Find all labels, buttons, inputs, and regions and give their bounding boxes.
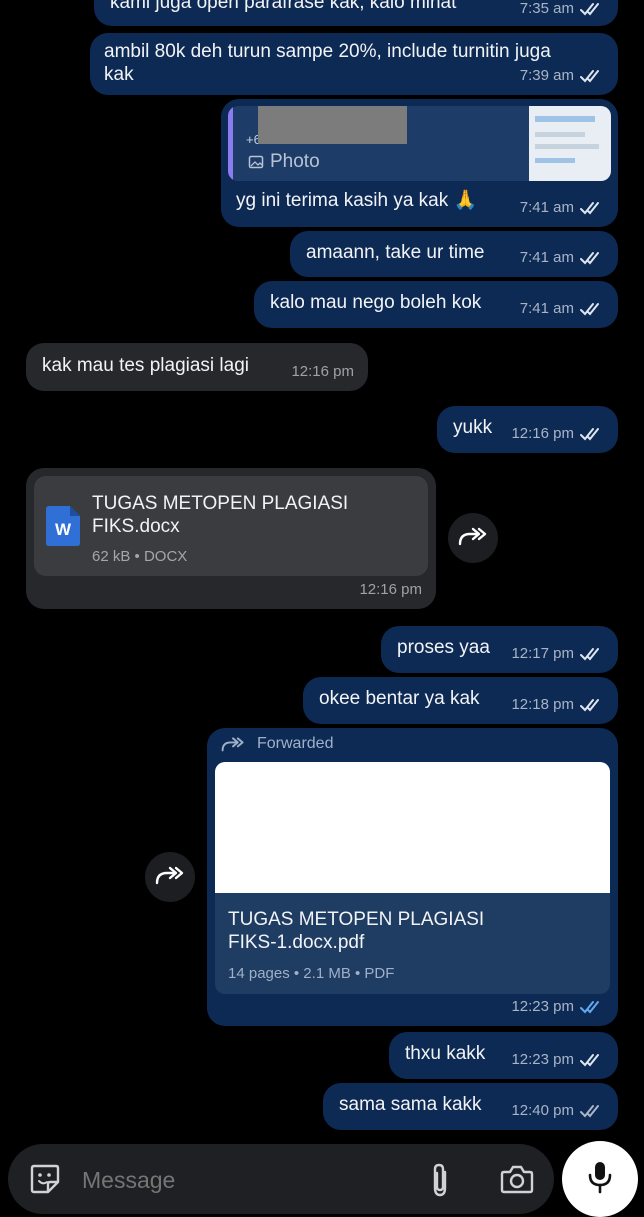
message-time: 12:23 pm: [511, 998, 574, 1015]
forward-icon: [155, 865, 185, 890]
file-name-line: TUGAS METOPEN PLAGIASI: [92, 493, 349, 514]
message-text: okee bentar ya kak: [319, 688, 480, 709]
message-time: 7:41 am: [519, 249, 574, 266]
double-check-icon: [580, 68, 604, 84]
double-check-icon: [580, 1052, 604, 1068]
message-meta: 7:41 am: [520, 246, 604, 269]
message-text: kami juga open parafrase kak, kalo minat: [110, 0, 457, 13]
forward-icon: [221, 735, 245, 758]
message-meta: 7:41 am: [520, 196, 604, 219]
pdf-preview: [215, 762, 610, 893]
microphone-icon: [587, 1160, 613, 1199]
pdf-attachment-card[interactable]: TUGAS METOPEN PLAGIASI FIKS-1.docx.pdf 1…: [215, 762, 610, 994]
message-time: 12:40 pm: [511, 1102, 574, 1119]
message-meta: 12:40 pm: [511, 1099, 604, 1122]
thumb-detail: [535, 132, 585, 137]
forwarded-label: Forwarded: [257, 735, 334, 752]
message-bubble-incoming-file[interactable]: W TUGAS METOPEN PLAGIASI FIKS.docx 62 kB…: [26, 468, 436, 609]
docx-letter: W: [54, 520, 72, 539]
message-meta: 12:18 pm: [511, 693, 604, 716]
message-time: 12:18 pm: [511, 696, 574, 713]
message-time: 7:41 am: [519, 199, 574, 216]
message-time: 12:16 pm: [359, 581, 422, 598]
message-bubble-outgoing-forwarded[interactable]: Forwarded TUGAS METOPEN PLAGIASI FIKS-1.…: [207, 728, 618, 1026]
double-check-icon: [580, 426, 604, 442]
docx-file-icon: W: [46, 506, 80, 552]
file-meta: 14 pages • 2.1 MB • PDF: [228, 965, 395, 982]
double-check-icon: [580, 200, 604, 216]
message-bubble-incoming[interactable]: kak mau tes plagiasi lagi 12:16 pm: [26, 343, 368, 391]
message-time: 12:17 pm: [511, 645, 574, 662]
file-attachment-card[interactable]: W TUGAS METOPEN PLAGIASI FIKS.docx 62 kB…: [34, 476, 428, 576]
message-meta: 7:35 am: [520, 0, 604, 20]
message-bubble-outgoing[interactable]: okee bentar ya kak 12:18 pm: [303, 677, 618, 724]
message-text: proses yaa: [397, 637, 490, 658]
double-check-icon: [580, 250, 604, 266]
message-text: kak mau tes plagiasi lagi: [42, 355, 249, 376]
thumb-detail: [535, 116, 595, 122]
file-name-line: FIKS-1.docx.pdf: [228, 932, 365, 953]
thumb-detail: [535, 158, 575, 163]
message-input-bar: [8, 1144, 554, 1214]
message-meta: 12:16 pm: [511, 422, 604, 445]
message-text: kalo mau nego boleh kok: [270, 292, 482, 313]
message-bubble-outgoing[interactable]: yukk 12:16 pm: [437, 406, 618, 453]
message-text: amaann, take ur time: [306, 242, 485, 263]
message-meta: 12:16 pm: [359, 578, 422, 601]
forward-button[interactable]: [145, 852, 195, 902]
message-bubble-outgoing[interactable]: proses yaa 12:17 pm: [381, 626, 618, 673]
message-time: 7:41 am: [519, 300, 574, 317]
file-name-line: FIKS.docx: [92, 516, 180, 537]
message-meta: 12:17 pm: [511, 642, 604, 665]
reply-label: Photo: [270, 151, 320, 172]
message-bubble-outgoing[interactable]: sama sama kakk 12:40 pm: [323, 1083, 618, 1130]
message-text: sama sama kakk: [339, 1094, 482, 1115]
reply-preview[interactable]: +6 Photo: [228, 106, 611, 181]
message-text-line: ambil 80k deh turun sampe 20%, include t…: [104, 41, 551, 62]
image-icon: [248, 153, 264, 176]
message-input[interactable]: [80, 1160, 404, 1200]
message-text: yg ini terima kasih ya kak 🙏: [236, 190, 478, 211]
file-name-line: TUGAS METOPEN PLAGIASI: [228, 909, 485, 930]
double-check-icon: [580, 1, 604, 17]
redacted-sender-block: [258, 106, 407, 144]
message-bubble-outgoing[interactable]: kalo mau nego boleh kok 7:41 am: [254, 281, 618, 328]
message-meta: 12:16 pm: [291, 360, 354, 383]
message-text: thxu kakk: [405, 1043, 486, 1064]
file-meta: 62 kB • DOCX: [92, 548, 188, 565]
double-check-icon: [580, 646, 604, 662]
message-text: yukk: [453, 417, 493, 438]
double-check-icon: [580, 1103, 604, 1119]
reply-photo-thumbnail: [529, 106, 611, 181]
message-time: 7:39 am: [519, 67, 574, 84]
message-time: 7:35 am: [519, 0, 574, 17]
message-bubble-outgoing[interactable]: thxu kakk 12:23 pm: [389, 1032, 618, 1079]
message-bubble-outgoing[interactable]: kami juga open parafrase kak, kalo minat…: [94, 0, 618, 26]
message-time: 12:16 pm: [291, 363, 354, 380]
message-time: 12:23 pm: [511, 1051, 574, 1068]
message-time: 12:16 pm: [511, 425, 574, 442]
reply-accent-bar: [228, 106, 233, 181]
thumb-detail: [535, 144, 599, 149]
message-meta: 12:23 pm: [511, 1048, 604, 1071]
message-bubble-outgoing[interactable]: ambil 80k deh turun sampe 20%, include t…: [90, 33, 618, 95]
message-meta: 12:23 pm: [511, 995, 604, 1018]
paperclip-icon[interactable]: [428, 1162, 452, 1203]
camera-icon[interactable]: [500, 1164, 534, 1199]
message-bubble-outgoing[interactable]: amaann, take ur time 7:41 am: [290, 231, 618, 277]
sticker-icon[interactable]: [28, 1162, 62, 1201]
double-check-icon: [580, 697, 604, 713]
forward-icon: [458, 526, 488, 551]
message-text-line: kak: [104, 64, 134, 85]
double-check-icon: [580, 301, 604, 317]
message-meta: 7:41 am: [520, 297, 604, 320]
message-bubble-outgoing-reply[interactable]: +6 Photo yg ini terima kasih ya kak 🙏 7:…: [221, 99, 618, 227]
message-meta: 7:39 am: [520, 64, 604, 87]
double-check-icon: [580, 999, 604, 1015]
forward-button[interactable]: [448, 513, 498, 563]
voice-record-button[interactable]: [562, 1141, 638, 1217]
